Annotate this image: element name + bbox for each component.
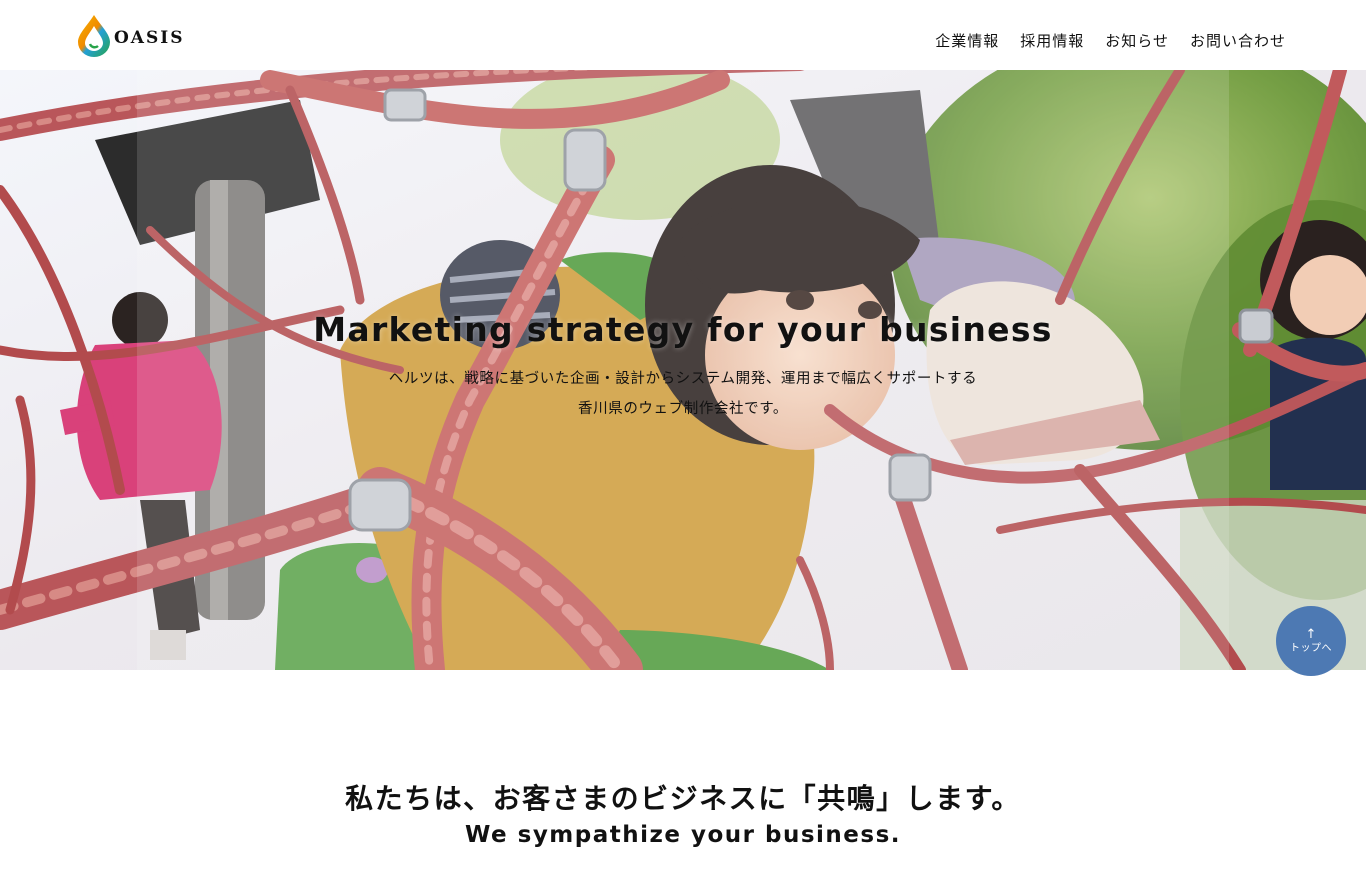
intro-heading-jp: 私たちは、お客さまのビジネスに「共鳴」します。 (345, 782, 1021, 815)
hero-subtitle-line2: 香川県のウェブ制作会社です。 (578, 401, 788, 417)
hero-section: Marketing strategy for your business ヘルツ… (0, 70, 1366, 670)
nav-contact[interactable]: お問い合わせ (1190, 30, 1286, 51)
oasis-drop-icon (78, 15, 110, 57)
nav-recruit[interactable]: 採用情報 (1020, 30, 1084, 51)
site-header: OASIS 企業情報 採用情報 お知らせ お問い合わせ (0, 0, 1366, 70)
site-logo[interactable]: OASIS (76, 14, 185, 58)
hero-subtitle-line1: ヘルツは、戦略に基づいた企画・設計からシステム開発、運用まで幅広くサポートする (388, 371, 978, 387)
intro-heading-en: We sympathize your business. (464, 822, 902, 848)
main-nav: 企業情報 採用情報 お知らせ お問い合わせ (935, 30, 1286, 51)
arrow-up-icon: ↑ (1305, 626, 1317, 642)
hero-title: Marketing strategy for your business (313, 310, 1053, 349)
nav-company-info[interactable]: 企業情報 (935, 30, 999, 51)
back-to-top-button[interactable]: ↑ トップへ (1276, 606, 1346, 676)
logo-text: OASIS (114, 28, 185, 48)
nav-news[interactable]: お知らせ (1105, 30, 1169, 51)
back-to-top-label: トップへ (1290, 642, 1332, 654)
